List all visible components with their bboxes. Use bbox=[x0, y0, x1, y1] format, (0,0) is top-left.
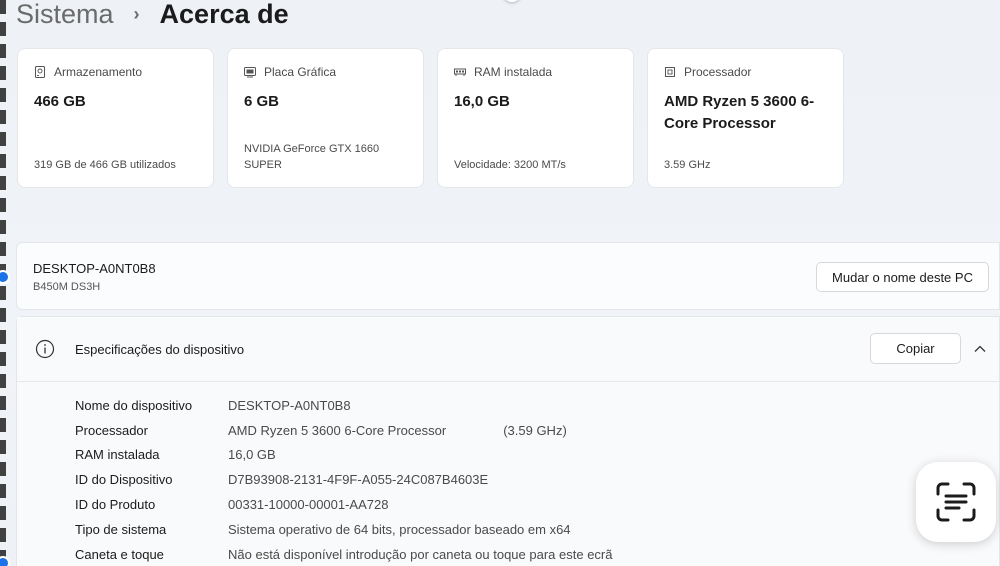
rename-pc-button[interactable]: Mudar o nome deste PC bbox=[816, 262, 989, 292]
spec-label: Tipo de sistema bbox=[75, 521, 167, 537]
specifications-title: Especificações do dispositivo bbox=[75, 342, 245, 357]
info-icon bbox=[35, 339, 55, 359]
breadcrumb: Sistema › Acerca de bbox=[16, 0, 289, 34]
card-subtext: 3.59 GHz bbox=[664, 159, 711, 171]
card-subtext: 319 GB de 466 GB utilizados bbox=[34, 159, 176, 171]
spec-value: AMD Ryzen 5 3600 6-Core Processor bbox=[228, 422, 447, 438]
card-title: Placa Gráfica bbox=[264, 65, 337, 79]
card-subtext: Velocidade: 3200 MT/s bbox=[454, 159, 566, 171]
spec-row-pen-touch: Caneta e toque Não está disponível intro… bbox=[75, 542, 612, 566]
spec-row-device-id: ID do Dispositivo D7B93908-2131-4F9F-A05… bbox=[75, 467, 612, 492]
spec-row-product-id: ID do Produto 00331-10000-00001-AA728 bbox=[75, 492, 612, 517]
card-value: AMD Ryzen 5 3600 6-Core Processor bbox=[664, 93, 815, 132]
spec-row-device-name: Nome do dispositivo DESKTOP-A0NT0B8 bbox=[75, 393, 612, 418]
settings-page: Sistema › Acerca de Armazenamento 466 GB… bbox=[0, 0, 1000, 566]
card-header: Processador bbox=[664, 65, 827, 79]
spec-value: Não está disponível introdução por canet… bbox=[228, 546, 613, 562]
card-value: 6 GB bbox=[244, 93, 280, 110]
card-header: Armazenamento bbox=[34, 65, 197, 79]
page-title: Acerca de bbox=[159, 0, 289, 29]
storage-icon bbox=[35, 66, 45, 78]
card-subtext: NVIDIA GeForce GTX 1660 SUPER bbox=[244, 143, 380, 171]
spec-value: 00331-10000-00001-AA728 bbox=[228, 497, 389, 513]
spec-label: Nome do dispositivo bbox=[75, 397, 193, 413]
spec-value: 16,0 GB bbox=[228, 447, 276, 463]
processor-icon bbox=[665, 67, 675, 77]
card-value: 16,0 GB bbox=[454, 93, 510, 110]
spec-value: DESKTOP-A0NT0B8 bbox=[228, 397, 351, 413]
device-model: B450M DS3H bbox=[33, 281, 101, 293]
selection-handle-top[interactable] bbox=[503, 0, 521, 2]
spec-label: ID do Dispositivo bbox=[75, 472, 173, 488]
text-scan-icon bbox=[936, 482, 976, 522]
device-name: DESKTOP-A0NT0B8 bbox=[33, 261, 156, 276]
selection-handle-bottom-left[interactable] bbox=[0, 556, 10, 566]
spec-label: ID do Produto bbox=[75, 497, 156, 513]
spec-label: Processador bbox=[75, 422, 148, 438]
spec-row-ram: RAM instalada 16,0 GB bbox=[75, 443, 612, 468]
card-value: 466 GB bbox=[34, 93, 86, 110]
spec-label: Caneta e toque bbox=[75, 546, 164, 562]
device-specifications-panel: Especificações do dispositivo Copiar Nom… bbox=[16, 316, 1000, 566]
graphics-card[interactable]: Placa Gráfica 6 GB NVIDIA GeForce GTX 16… bbox=[227, 48, 424, 188]
device-name-panel: DESKTOP-A0NT0B8 B450M DS3H Mudar o nome … bbox=[16, 242, 1000, 310]
specifications-header[interactable]: Especificações do dispositivo Copiar bbox=[17, 317, 999, 382]
card-title: RAM instalada bbox=[474, 65, 553, 79]
text-scan-button[interactable] bbox=[916, 462, 996, 542]
spec-extra: (3.59 GHz) bbox=[503, 422, 567, 438]
spec-row-system-type: Tipo de sistema Sistema operativo de 64 … bbox=[75, 517, 612, 542]
ram-card[interactable]: RAM instalada 16,0 GB Velocidade: 3200 M… bbox=[437, 48, 634, 188]
selection-handle-left[interactable] bbox=[0, 270, 10, 284]
breadcrumb-parent[interactable]: Sistema bbox=[16, 0, 114, 30]
copy-button[interactable]: Copiar bbox=[870, 333, 961, 364]
card-header: Placa Gráfica bbox=[244, 65, 407, 79]
card-header: RAM instalada bbox=[454, 65, 617, 79]
card-title: Armazenamento bbox=[54, 65, 143, 79]
chevron-up-icon[interactable] bbox=[973, 342, 987, 356]
storage-card[interactable]: Armazenamento 466 GB 319 GB de 466 GB ut… bbox=[17, 48, 214, 188]
card-title: Processador bbox=[684, 65, 752, 79]
processor-card[interactable]: Processador AMD Ryzen 5 3600 6-Core Proc… bbox=[647, 48, 844, 188]
spec-value: D7B93908-2131-4F9F-A055-24C087B4603E bbox=[228, 472, 489, 488]
spec-label: RAM instalada bbox=[75, 447, 160, 463]
spec-value: Sistema operativo de 64 bits, processado… bbox=[228, 521, 571, 537]
specifications-list: Nome do dispositivo DESKTOP-A0NT0B8 Proc… bbox=[75, 393, 612, 566]
ram-icon bbox=[454, 68, 466, 76]
spec-row-processor: Processador AMD Ryzen 5 3600 6-Core Proc… bbox=[75, 418, 612, 443]
breadcrumb-separator: › bbox=[133, 3, 140, 24]
graphics-card-icon bbox=[244, 67, 256, 78]
